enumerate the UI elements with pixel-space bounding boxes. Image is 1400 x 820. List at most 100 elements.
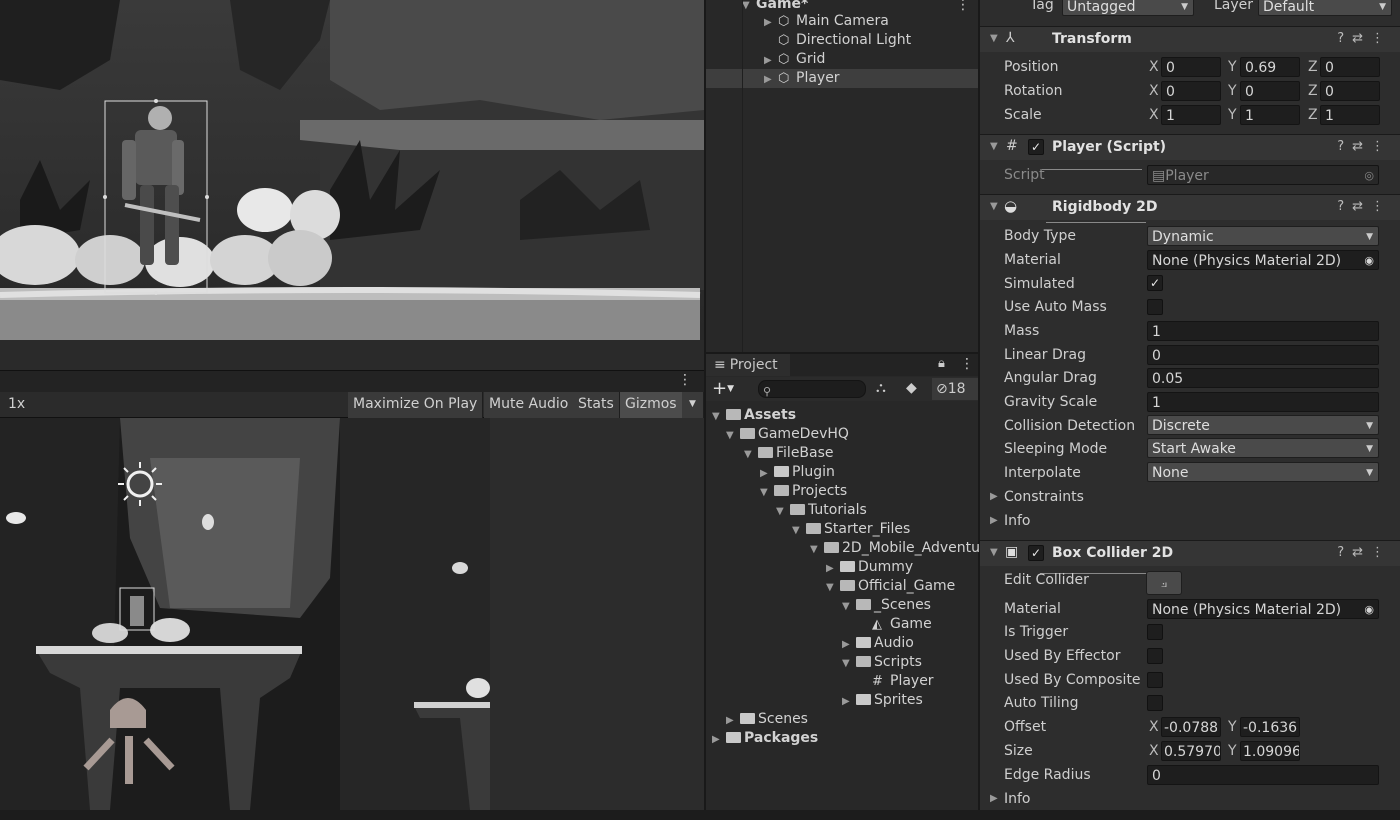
project-tree-item[interactable]: ▼ GameDevHQ: [726, 425, 849, 444]
angular-drag-field[interactable]: 0.05: [1147, 368, 1379, 388]
component-enabled-checkbox[interactable]: ✓: [1028, 139, 1044, 155]
mass-field[interactable]: 1: [1147, 321, 1379, 341]
foldout-arrow-icon[interactable]: ▼: [990, 141, 998, 152]
scale-z-field[interactable]: 1: [1320, 105, 1380, 125]
project-tree-item[interactable]: ▼ 2D_Mobile_Adventu: [810, 539, 980, 558]
sleeping-mode-dropdown[interactable]: Start Awake ▼: [1147, 438, 1379, 458]
collision-detection-dropdown[interactable]: Discrete ▼: [1147, 415, 1379, 435]
foldout-arrow-icon[interactable]: ▼: [810, 540, 824, 559]
project-tree-item[interactable]: ▼ Scripts: [842, 653, 922, 672]
project-tree-item[interactable]: ▶ Audio: [842, 634, 914, 653]
foldout-arrow-icon[interactable]: ▶: [760, 464, 774, 483]
stats-button[interactable]: Stats: [573, 392, 620, 418]
filter-by-type-icon[interactable]: ⛬: [876, 380, 886, 396]
component-menu-icons[interactable]: ?⇄⋮: [1337, 31, 1392, 46]
component-menu-icons[interactable]: ?⇄⋮: [1337, 199, 1392, 214]
foldout-arrow-icon[interactable]: ▶: [726, 711, 740, 730]
layer-dropdown[interactable]: Default ▼: [1258, 0, 1392, 16]
rigidbody-info-foldout[interactable]: Info: [1004, 510, 1031, 532]
foldout-arrow-icon[interactable]: ▼: [776, 502, 790, 521]
used-by-effector-checkbox[interactable]: [1147, 648, 1163, 664]
foldout-arrow-icon[interactable]: ▼: [742, 0, 756, 15]
edit-collider-button[interactable]: ⟓: [1146, 571, 1182, 595]
project-tree-item[interactable]: # Player: [858, 672, 934, 691]
is-trigger-checkbox[interactable]: [1147, 624, 1163, 640]
kebab-icon[interactable]: ⋮: [678, 372, 692, 388]
used-by-composite-checkbox[interactable]: [1147, 672, 1163, 688]
search-input[interactable]: ⚲: [758, 380, 866, 398]
size-x-field[interactable]: 0.57970: [1161, 741, 1221, 761]
label-tag-icon[interactable]: ◆: [906, 380, 917, 396]
use-auto-mass-checkbox[interactable]: [1147, 299, 1163, 315]
transform-header[interactable]: ▼ ⅄ Transform ?⇄⋮: [980, 26, 1400, 52]
gizmos-button[interactable]: Gizmos: [620, 392, 683, 418]
hierarchy-item-grid[interactable]: ▶ ⬡ Grid: [764, 50, 825, 69]
lock-icon[interactable]: 🔒︎: [938, 356, 945, 371]
foldout-arrow-icon[interactable]: ▶: [712, 730, 726, 749]
project-tree-item[interactable]: ◭ Game: [858, 615, 932, 634]
foldout-arrow-icon[interactable]: ▼: [726, 426, 740, 445]
box-collider-header[interactable]: ▼ ▣ ✓ Box Collider 2D ?⇄⋮: [980, 540, 1400, 566]
kebab-icon[interactable]: ⋮: [956, 0, 970, 13]
rotation-y-field[interactable]: 0: [1240, 81, 1300, 101]
project-tree-item[interactable]: ▼ Tutorials: [776, 501, 867, 520]
position-x-field[interactable]: 0: [1161, 57, 1221, 77]
project-tree-item[interactable]: ▶ Sprites: [842, 691, 923, 710]
offset-x-field[interactable]: -0.0788: [1161, 717, 1221, 737]
game-view[interactable]: [0, 418, 704, 810]
collider-material-field[interactable]: None (Physics Material 2D) ◉: [1147, 599, 1379, 619]
project-tree-item[interactable]: ▼ Assets: [712, 406, 796, 425]
tag-dropdown[interactable]: Untagged ▼: [1062, 0, 1194, 16]
offset-y-field[interactable]: -0.1636: [1240, 717, 1300, 737]
scale-y-field[interactable]: 1: [1240, 105, 1300, 125]
project-tree-item[interactable]: ▼ Starter_Files: [792, 520, 910, 539]
body-type-dropdown[interactable]: Dynamic ▼: [1147, 226, 1379, 246]
project-tree-item[interactable]: ▼ _Scenes: [842, 596, 931, 615]
edge-radius-field[interactable]: 0: [1147, 765, 1379, 785]
foldout-arrow-icon[interactable]: ▼: [792, 521, 806, 540]
foldout-arrow-icon[interactable]: ▼: [990, 201, 998, 212]
rotation-x-field[interactable]: 0: [1161, 81, 1221, 101]
interpolate-dropdown[interactable]: None ▼: [1147, 462, 1379, 482]
project-tree-item[interactable]: ▶ Dummy: [826, 558, 913, 577]
auto-tiling-checkbox[interactable]: [1147, 695, 1163, 711]
constraints-foldout[interactable]: Constraints: [1004, 486, 1084, 508]
component-menu-icons[interactable]: ?⇄⋮: [1337, 139, 1392, 154]
foldout-arrow-icon[interactable]: ▶: [764, 51, 778, 70]
maximize-on-play-button[interactable]: Maximize On Play: [348, 392, 484, 418]
foldout-arrow-icon[interactable]: ▶: [826, 559, 840, 578]
project-tree-item[interactable]: ▼ Projects: [760, 482, 847, 501]
gizmos-dropdown-icon[interactable]: ▼: [682, 392, 704, 418]
component-enabled-checkbox[interactable]: ✓: [1028, 545, 1044, 561]
foldout-arrow-icon[interactable]: ▼: [990, 547, 998, 558]
hierarchy-item-player[interactable]: ▶ ⬡ Player: [764, 69, 840, 88]
simulated-checkbox[interactable]: ✓: [1147, 275, 1163, 291]
foldout-arrow-icon[interactable]: ▶: [764, 13, 778, 32]
foldout-arrow-icon[interactable]: ▼: [842, 597, 856, 616]
project-tree-item[interactable]: ▼ Official_Game: [826, 577, 955, 596]
foldout-arrow-icon[interactable]: ▼: [760, 483, 774, 502]
project-tree-item[interactable]: ▶ Packages: [712, 729, 818, 748]
add-button[interactable]: +▼: [712, 378, 734, 399]
scene-view[interactable]: [0, 0, 704, 370]
scale-label[interactable]: 1x: [8, 396, 25, 412]
foldout-arrow-icon[interactable]: ▼: [712, 407, 726, 426]
rigidbody-header[interactable]: ▼ ◒ Rigidbody 2D ?⇄⋮: [980, 194, 1400, 220]
project-tree-item[interactable]: ▶ Scenes: [726, 710, 808, 729]
foldout-arrow-icon[interactable]: ▶: [842, 635, 856, 654]
foldout-arrow-icon[interactable]: ▶: [990, 515, 998, 526]
hierarchy-item-directional-light[interactable]: ⬡ Directional Light: [764, 31, 911, 50]
foldout-arrow-icon[interactable]: ▼: [990, 33, 998, 44]
foldout-arrow-icon[interactable]: ▶: [990, 793, 998, 804]
linear-drag-field[interactable]: 0: [1147, 345, 1379, 365]
foldout-arrow-icon[interactable]: ▼: [826, 578, 840, 597]
object-picker-icon[interactable]: ◉: [1364, 600, 1374, 618]
foldout-arrow-icon[interactable]: ▼: [744, 445, 758, 464]
hierarchy-item-main-camera[interactable]: ▶ ⬡ Main Camera: [764, 12, 889, 31]
tab-project[interactable]: ≡ Project: [706, 354, 790, 376]
foldout-arrow-icon[interactable]: ▶: [764, 70, 778, 89]
foldout-arrow-icon[interactable]: ▼: [842, 654, 856, 673]
position-z-field[interactable]: 0: [1320, 57, 1380, 77]
component-menu-icons[interactable]: ?⇄⋮: [1337, 545, 1392, 560]
collider-info-foldout[interactable]: Info: [1004, 788, 1031, 810]
